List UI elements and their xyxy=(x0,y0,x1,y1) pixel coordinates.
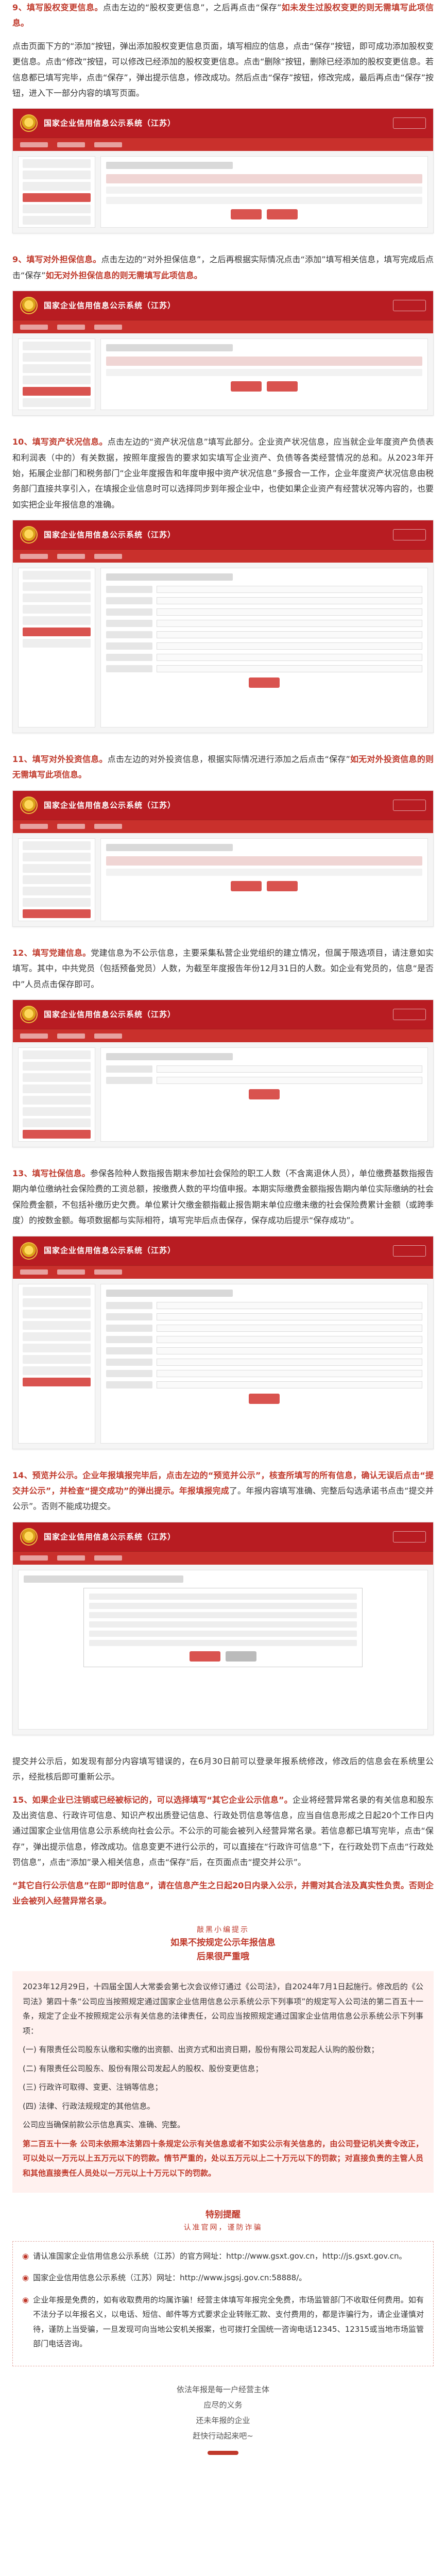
js-site-text[interactable]: 国家企业信用信息公示系统（江苏）网址：http://www.jsgsj.gov.… xyxy=(33,2270,306,2285)
section-step14-note: 提交并公示后，如发现有部分内容填写错误的，在6月30日前可以登录年报系统修改，修… xyxy=(0,1754,446,1785)
step9-lead: 填写股权变更信息。 xyxy=(26,3,103,12)
step11-paragraph: 11、填写对外投资信息。点击左边的对外投资信息，根据实际情况进行添加之后点击“保… xyxy=(12,754,434,780)
pension-field[interactable] xyxy=(157,1301,422,1309)
official-site-text[interactable]: 请认准国家企业信用信息公示系统（江苏）的官方网址：http://www.gsxt… xyxy=(33,2249,406,2264)
section-step13: 13、填写社保信息。参保各险种人数指报告期末参加社会保险的职工人数（不含离退休人… xyxy=(0,1166,446,1229)
debt-field[interactable] xyxy=(157,665,422,673)
footer: 依法年报是每一户经营主体 应尽的义务 还未年报的企业 赶快行动起来吧~ xyxy=(0,2382,446,2455)
footer-divider xyxy=(208,2450,238,2455)
save-button[interactable] xyxy=(249,1089,280,1100)
special-title: 特别提醒 认准官网，谨防诈骗 xyxy=(183,2210,263,2232)
step12-paragraph: 12、填写党建信息。党建信息为不公示信息，主要采集私营企业党组织的建立情况，但属… xyxy=(12,947,434,989)
law-p3: 第二百五十一条 公司未依照本法第四十条规定公示有关信息或者不如实公示有关信息的，… xyxy=(23,2139,423,2178)
screenshot-step13: 国家企业信用信息公示系统（江苏） xyxy=(12,1235,434,1449)
step9-paragraph: 9、填写股权变更信息。点击左边的“股权变更信息”，之后再点击“保存”如未发生过股… xyxy=(12,3,434,28)
screenshot-step12: 国家企业信用信息公示系统（江苏） xyxy=(12,999,434,1148)
save-button[interactable] xyxy=(249,1393,280,1404)
save-button[interactable] xyxy=(267,381,298,392)
law-p1: 2023年12月29日，十四届全国人大常委会第七次会议修订通过《公司法》，自20… xyxy=(23,1982,423,2036)
step15-note: “其它自行公示信息”在即“即时信息”，请在信息产生之日起20日内录入公示，并需对… xyxy=(12,1880,434,1906)
screenshot-step14: 国家企业信用信息公示系统（江苏） xyxy=(12,1521,434,1735)
screenshot-guarantee: 国家企业信用信息公示系统（江苏） xyxy=(12,291,434,416)
save-button[interactable] xyxy=(249,677,280,688)
screenshot-step9: 国家企业信用信息公示系统（江苏） xyxy=(12,108,434,234)
law-p2: 公司应当确保前款公示信息真实、准确、完整。 xyxy=(23,2120,185,2130)
liability-field[interactable] xyxy=(157,597,422,605)
special-box: ◉ 请认准国家企业信用信息公示系统（江苏）的官方网址：http://www.gsx… xyxy=(12,2241,434,2366)
screenshot-step11: 国家企业信用信息公示系统（江苏） xyxy=(12,790,434,927)
equity-field[interactable] xyxy=(157,642,422,650)
pin-icon: ◉ xyxy=(22,2251,29,2261)
step15-paragraph: 15、如果企业已注销或已经被标记的，可以选择填写“其它企业公示信息”。企业将经营… xyxy=(12,1794,434,1868)
party-org-field[interactable] xyxy=(157,1077,422,1084)
law-box: 2023年12月29日，十四届全国人大常委会第七次会议修订通过《公司法》，自20… xyxy=(12,1971,434,2193)
section-step11: 11、填写对外投资信息。点击左边的对外投资信息，根据实际情况进行添加之后点击“保… xyxy=(0,752,446,783)
pin-icon: ◉ xyxy=(22,2295,29,2304)
pin-icon: ◉ xyxy=(22,2273,29,2283)
net-profit-field[interactable] xyxy=(157,654,422,662)
law-item-4: (四) 法律、行政法规规定的其他信息。 xyxy=(23,2101,155,2111)
main-panel xyxy=(100,156,428,228)
submit-publish-button[interactable] xyxy=(189,1651,220,1662)
base-field[interactable] xyxy=(157,1358,422,1366)
unemployment-field[interactable] xyxy=(157,1313,422,1320)
save-button[interactable] xyxy=(267,209,298,220)
party-member-field[interactable] xyxy=(157,1065,422,1073)
national-emblem-icon xyxy=(20,114,38,132)
paid-field[interactable] xyxy=(157,1369,422,1377)
section-step12: 12、填写党建信息。党建信息为不公示信息，主要采集私营企业党组织的建立情况，但属… xyxy=(0,945,446,992)
section-step10: 10、填写资产状况信息。点击左边的“资产状况信息”填写此部分。企业资产状况信息，… xyxy=(0,434,446,513)
injury-field[interactable] xyxy=(157,1335,422,1343)
add-button[interactable] xyxy=(231,880,262,891)
sidebar xyxy=(18,156,95,228)
section-step9: 9、填写股权变更信息。点击左边的“股权变更信息”，之后再点击“保存”如未发生过股… xyxy=(0,0,446,101)
section-step14: 14、预览并公示。企业年报填报完毕后，点击左边的“预览并公示”，核查所填写的所有… xyxy=(0,1468,446,1515)
medical-field[interactable] xyxy=(157,1324,422,1332)
step10-paragraph: 10、填写资产状况信息。点击左边的“资产状况信息”填写此部分。企业资产状况信息，… xyxy=(12,437,434,510)
section-guarantee: 9、填写对外担保信息。点击左边的“对外担保信息”，之后再根据实际情况点击“添加”… xyxy=(0,252,446,283)
law-item-3: (三) 行政许可取得、变更、注销等信息； xyxy=(23,2082,163,2092)
step9-detail: 点击页面下方的“添加”按钮，弹出添加股权变更信息页面，填写相应的信息，点击“保存… xyxy=(12,41,434,98)
article-page: 9、填写股权变更信息。点击左边的“股权变更信息”，之后再点击“保存”如未发生过股… xyxy=(0,0,446,2476)
national-emblem-icon xyxy=(20,1006,38,1024)
tax-field[interactable] xyxy=(157,631,422,639)
law-item-1: (一) 有限责任公司股东认缴和实缴的出资额、出资方式和出资日期，股份有限公司发起… xyxy=(23,2045,379,2055)
national-emblem-icon xyxy=(20,1528,38,1546)
add-button[interactable] xyxy=(231,381,262,392)
national-emblem-icon xyxy=(20,297,38,315)
owed-field[interactable] xyxy=(157,1381,422,1388)
step14-paragraph: 14、预览并公示。企业年报填报完毕后，点击左边的“预览并公示”，核查所填写的所有… xyxy=(12,1470,434,1512)
screenshot-step10: 国家企业信用信息公示系统（江苏） xyxy=(12,520,434,734)
national-emblem-icon xyxy=(20,796,38,814)
law-item-2: (二) 有限责任公司股东、股份有限公司发起人的股权、股份变更信息； xyxy=(23,2063,263,2073)
step14-note: 提交并公示后，如发现有部分内容填写错误的，在6月30日前可以登录年报系统修改，修… xyxy=(12,1756,434,1782)
section-step15: 15、如果企业已注销或已经被标记的，可以选择填写“其它企业公示信息”。企业将经营… xyxy=(0,1792,446,1909)
save-button[interactable] xyxy=(267,880,298,891)
cancel-button[interactable] xyxy=(225,1651,256,1662)
step13-paragraph: 13、填写社保信息。参保各险种人数指报告期末参加社会保险的职工人数（不含离退休人… xyxy=(12,1168,434,1226)
reminder-title: 敲黑小编提示 如果不按规定公示年报信息 后果很严重哦 xyxy=(170,1926,276,1962)
commitment-dialog xyxy=(83,1587,363,1667)
national-emblem-icon xyxy=(20,526,38,544)
national-emblem-icon xyxy=(20,1242,38,1260)
system-title: 国家企业信用信息公示系统（江苏） xyxy=(44,118,176,128)
guarantee-paragraph: 9、填写对外担保信息。点击左边的“对外担保信息”，之后再根据实际情况点击“添加”… xyxy=(12,255,434,280)
profit-field[interactable] xyxy=(157,620,422,628)
add-button[interactable] xyxy=(231,209,262,220)
maternity-field[interactable] xyxy=(157,1347,422,1354)
fraud-warning-text: 企业年报是免费的，如有收取费用的均属诈骗！经营主体填写年报完全免费，市场监管部门… xyxy=(33,2295,424,2349)
revenue-field[interactable] xyxy=(157,608,422,616)
asset-field[interactable] xyxy=(157,586,422,594)
